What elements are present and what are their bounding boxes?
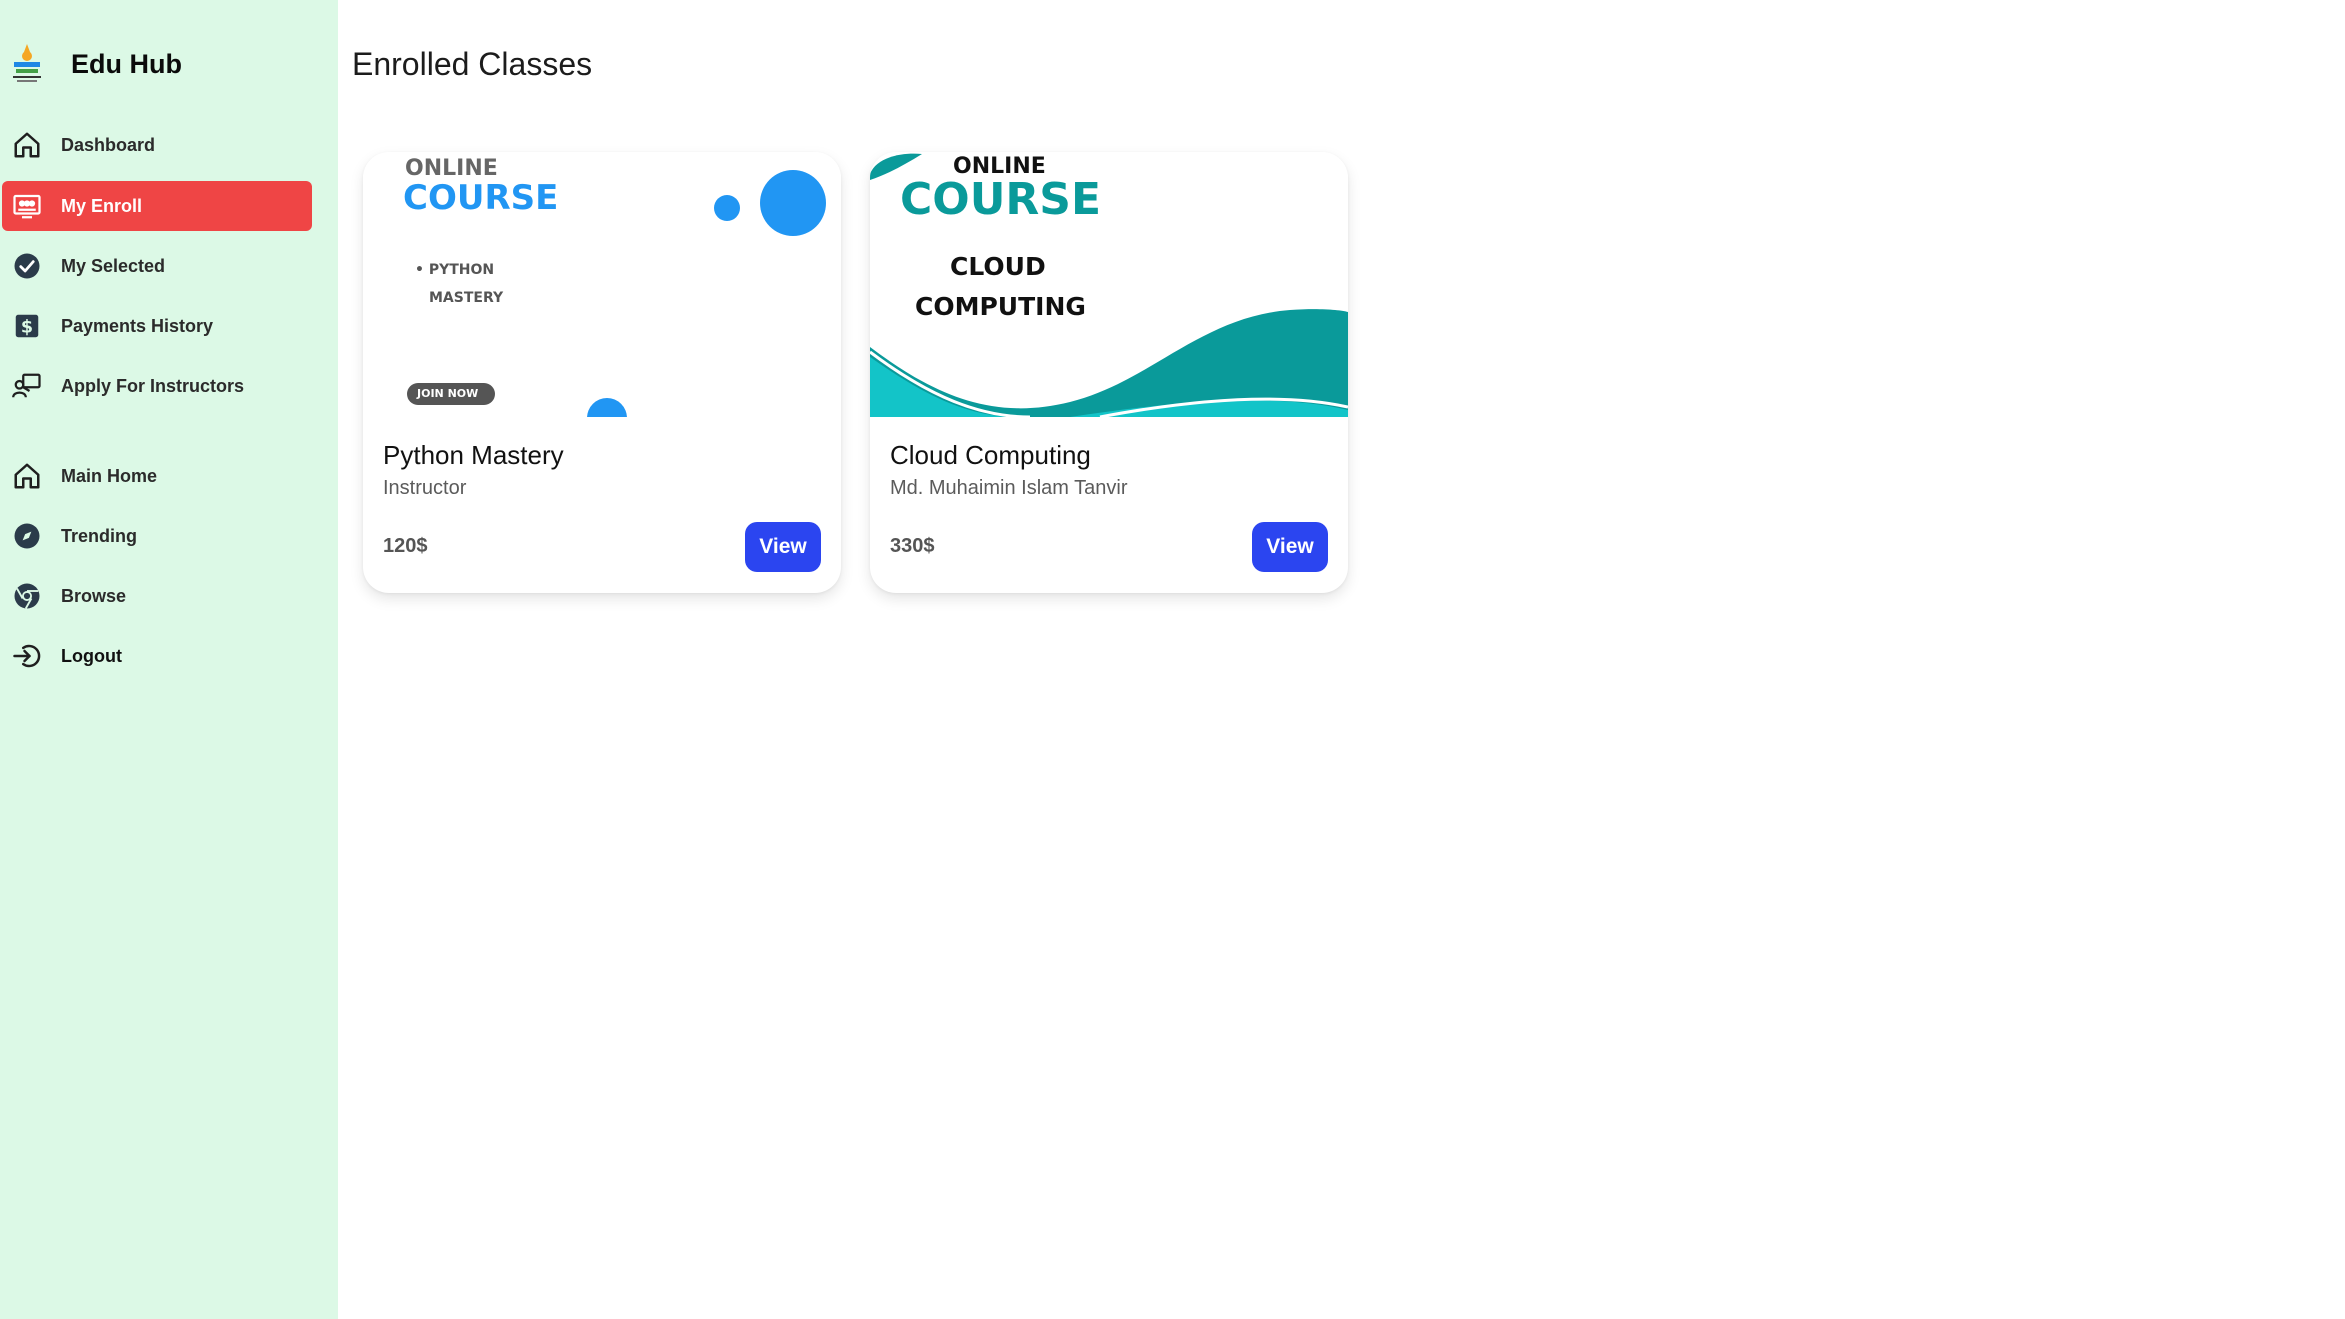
dollar-icon: $ <box>2 311 52 341</box>
sidebar-item-label: Payments History <box>61 315 214 336</box>
class-title: Python Mastery <box>383 440 564 470</box>
course-thumbnail: ONLINE COURSE CLOUD COMPUTING <box>870 152 1348 417</box>
thumb-join-badge: JOIN NOW <box>417 387 479 400</box>
page-title: Enrolled Classes <box>352 46 593 82</box>
view-button[interactable]: View <box>745 522 821 572</box>
sidebar-item-payments-history[interactable]: $ Payments History <box>2 301 312 351</box>
class-instructor: Md. Muhaimin Islam Tanvir <box>890 477 1128 499</box>
brand-name: Edu Hub <box>71 48 182 79</box>
home-icon <box>2 130 52 160</box>
thumb-course-text: COURSE <box>403 178 559 218</box>
class-instructor: Instructor <box>383 477 467 499</box>
view-button[interactable]: View <box>1252 522 1328 572</box>
check-circle-icon <box>2 251 52 281</box>
sidebar-item-my-enroll[interactable]: My Enroll <box>2 181 312 231</box>
thumb-bullet-text: • PYTHON <box>415 262 495 278</box>
class-title: Cloud Computing <box>890 440 1091 470</box>
sidebar-item-apply-for-instructors[interactable]: Apply For Instructors <box>2 361 312 411</box>
edu-hub-logo-icon <box>8 42 46 86</box>
course-thumbnail: ONLINE COURSE • PYTHON MASTERY JOIN NOW <box>363 152 841 417</box>
sidebar-item-label: Apply For Instructors <box>61 375 245 396</box>
class-price: 120$ <box>383 535 428 557</box>
sidebar-item-label: Trending <box>61 525 137 546</box>
sidebar-item-main-home[interactable]: Main Home <box>2 451 312 501</box>
sidebar-item-label: Logout <box>61 645 122 666</box>
browser-icon <box>2 581 52 611</box>
sidebar-item-dashboard[interactable]: Dashboard <box>2 120 312 170</box>
thumb-sub-text: COMPUTING <box>915 292 1086 321</box>
sidebar: Edu Hub Dashboard My Enroll My Selected … <box>0 0 338 1319</box>
sidebar-item-trending[interactable]: Trending <box>2 511 312 561</box>
sidebar-item-browse[interactable]: Browse <box>2 571 312 621</box>
enroll-board-icon <box>2 191 52 221</box>
brand[interactable]: Edu Hub <box>8 42 182 86</box>
sidebar-item-label: Dashboard <box>61 134 156 155</box>
instructor-icon <box>2 371 52 401</box>
logout-icon <box>2 641 52 671</box>
class-price: 330$ <box>890 535 935 557</box>
sidebar-item-label: My Enroll <box>61 195 143 216</box>
sidebar-item-label: Main Home <box>61 465 158 486</box>
sidebar-item-label: Browse <box>61 585 127 606</box>
class-card-cloud-computing[interactable]: ONLINE COURSE CLOUD COMPUTING Cloud Comp… <box>870 152 1348 593</box>
compass-icon <box>2 521 52 551</box>
thumb-course-text: COURSE <box>900 174 1102 225</box>
thumb-sub-text: CLOUD <box>950 252 1046 281</box>
sidebar-item-label: My Selected <box>61 255 166 276</box>
sidebar-item-my-selected[interactable]: My Selected <box>2 241 312 291</box>
sidebar-item-logout[interactable]: Logout <box>2 631 312 681</box>
class-card-python-mastery[interactable]: ONLINE COURSE • PYTHON MASTERY JOIN NOW … <box>363 152 841 593</box>
svg-text:$: $ <box>21 317 33 337</box>
home-icon <box>2 461 52 491</box>
thumb-bullet-text: MASTERY <box>429 290 504 306</box>
